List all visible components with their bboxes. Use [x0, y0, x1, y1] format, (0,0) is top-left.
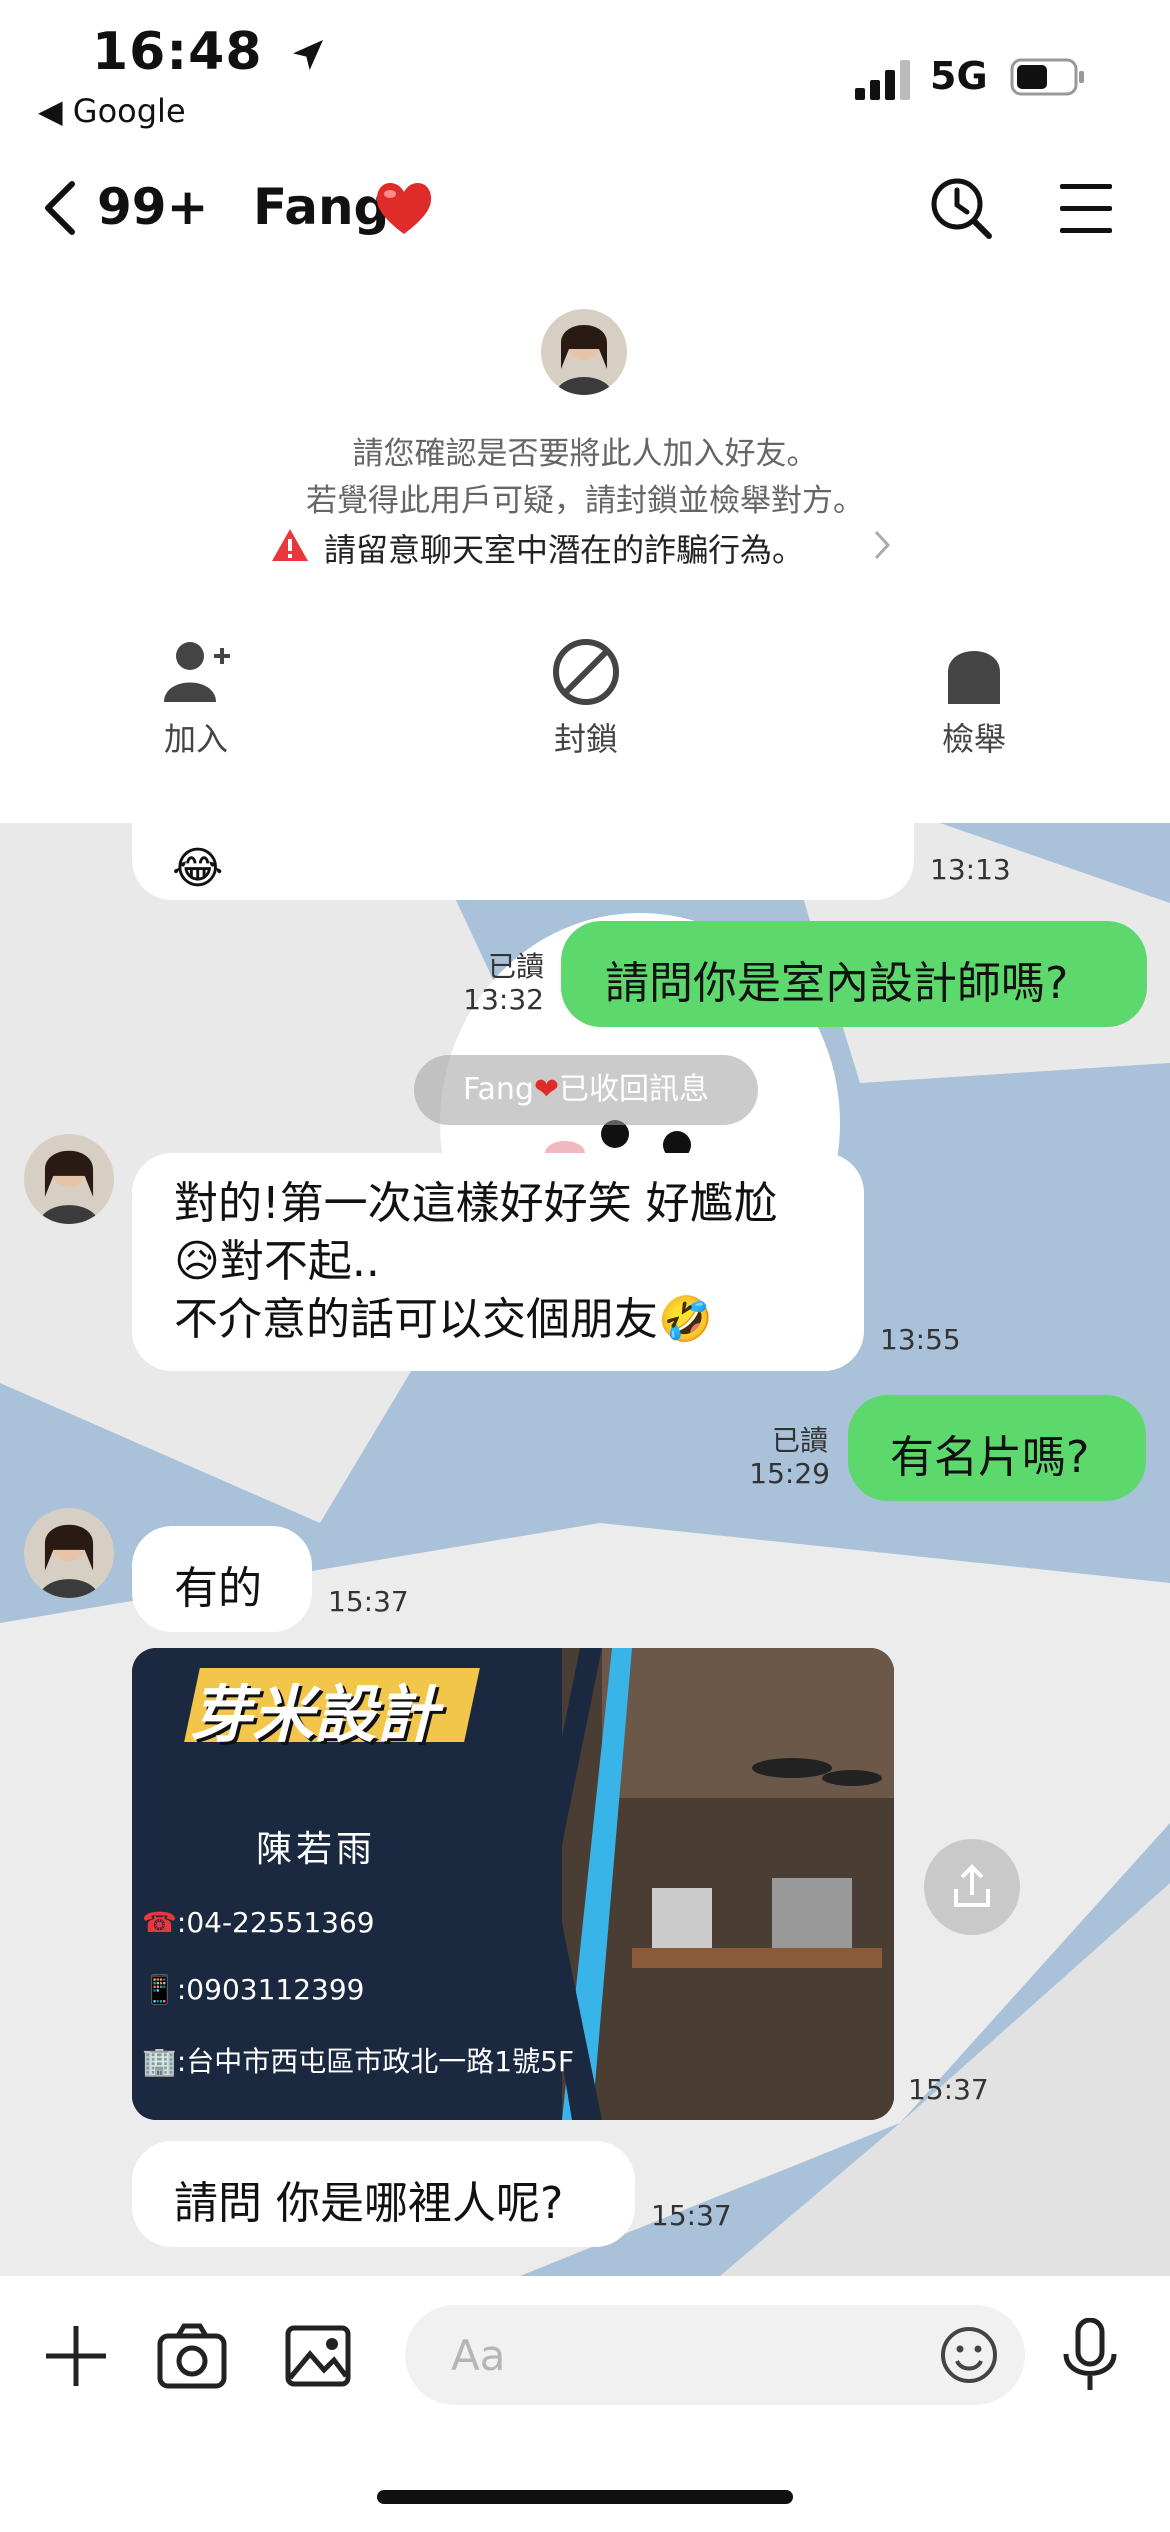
- recall-text: 已收回訊息: [559, 1072, 710, 1107]
- card-mobile: 📱:0903112399: [142, 1973, 365, 2006]
- rofl-emoji-icon: 🤣: [658, 1294, 713, 1345]
- mobile-icon: 📱: [142, 1973, 177, 2006]
- contact-avatar[interactable]: [541, 309, 627, 395]
- message-7-time: 15:37: [651, 2199, 732, 2232]
- scam-warning-link[interactable]: 請留意聊天室中潛在的詐騙行為。: [324, 525, 804, 571]
- network-type: 5G: [930, 54, 988, 98]
- heart-icon: [376, 183, 432, 234]
- sad-emoji-icon: 😥: [174, 1236, 220, 1287]
- card-phone: ☎:04-22551369: [142, 1906, 375, 1939]
- chat-area[interactable]: 😂 13:13 已讀 13:32 請問你是室內設計師嗎? Fang❤已收回訊息 …: [0, 823, 1170, 2276]
- message-2-text: 請問你是室內設計師嗎?: [605, 958, 1069, 1009]
- recall-name: Fang: [462, 1072, 534, 1107]
- message-bubble-2[interactable]: 請問你是室內設計師嗎?: [561, 921, 1147, 1027]
- card-address: 🏢:台中市西屯區市政北一路1號5F: [142, 2045, 575, 2078]
- contact-name: Fang: [253, 178, 390, 236]
- message-2-read: 已讀: [487, 950, 544, 983]
- back-to-app[interactable]: ◀ Google: [38, 92, 186, 130]
- message-bubble-4[interactable]: 有名片嗎?: [848, 1395, 1146, 1501]
- search-clock-icon[interactable]: [925, 172, 997, 244]
- sender-avatar[interactable]: [24, 1134, 114, 1224]
- message-input[interactable]: Aa: [405, 2305, 1025, 2405]
- business-card-image[interactable]: 芽米設計 陳若雨 ☎:04-22551369 📱:0903112399 🏢:台中…: [132, 1648, 894, 2120]
- message-1-time: 13:13: [930, 853, 1011, 886]
- add-friend-icon: [164, 642, 230, 702]
- message-bubble-3[interactable]: 對的!第一次這樣好好笑 好尷尬 😥對不起.. 不介意的話可以交個朋友🤣: [132, 1153, 864, 1371]
- message-4-time: 15:29: [749, 1457, 830, 1490]
- recall-heart-icon: ❤: [533, 1072, 560, 1107]
- message-2-time: 13:32: [463, 983, 544, 1016]
- block-label: 封鎖: [553, 720, 618, 758]
- chevron-right-icon[interactable]: [872, 526, 894, 564]
- message-input-placeholder: Aa: [451, 2331, 506, 2380]
- notice-line-2: 若覺得此用戶可疑，請封鎖並檢舉對方。: [306, 483, 864, 519]
- battery-icon: [1010, 58, 1084, 96]
- emoji-icon[interactable]: [939, 2325, 999, 2385]
- message-3-line-3: 不介意的話可以交個朋友: [174, 1294, 658, 1345]
- message-6-time: 15:37: [908, 2073, 989, 2106]
- unread-count[interactable]: 99+: [97, 178, 208, 236]
- warning-icon: [272, 529, 308, 561]
- message-3-time: 13:55: [880, 1323, 961, 1356]
- plus-icon[interactable]: [40, 2320, 112, 2392]
- report-button[interactable]: 檢舉: [884, 636, 1064, 760]
- add-friend-button[interactable]: 加入: [106, 636, 286, 760]
- sender-avatar[interactable]: [24, 1508, 114, 1598]
- message-7-text: 請問 你是哪裡人呢?: [174, 2178, 564, 2229]
- phone-icon: ☎: [142, 1906, 177, 1939]
- message-4-text: 有名片嗎?: [890, 1432, 1090, 1483]
- laughing-emoji-icon: 😂: [172, 843, 224, 894]
- location-arrow-icon: [292, 40, 323, 70]
- block-button[interactable]: 封鎖: [496, 636, 676, 760]
- report-label: 檢舉: [941, 720, 1006, 758]
- signal-icon: [855, 60, 910, 100]
- menu-icon[interactable]: [1056, 180, 1116, 236]
- back-chevron-icon[interactable]: [38, 178, 82, 238]
- mic-icon[interactable]: [1060, 2318, 1120, 2394]
- image-icon[interactable]: [282, 2320, 354, 2392]
- report-icon: [948, 651, 1000, 704]
- message-5-text: 有的: [174, 1563, 262, 1614]
- card-brand: 芽米設計: [190, 1678, 439, 1751]
- message-4-read: 已讀: [771, 1424, 828, 1457]
- message-3-line-1: 對的!第一次這樣好好笑 好尷尬: [174, 1178, 778, 1229]
- message-bubble-1[interactable]: 😂: [132, 823, 914, 900]
- home-indicator[interactable]: [377, 2490, 793, 2504]
- building-icon: 🏢: [142, 2045, 177, 2078]
- notice-line-1: 請您確認是否要將此人加入好友。: [352, 436, 818, 472]
- message-bubble-7[interactable]: 請問 你是哪裡人呢?: [132, 2141, 635, 2247]
- recall-notice: Fang❤已收回訊息: [414, 1055, 758, 1125]
- share-icon[interactable]: [924, 1839, 1020, 1935]
- status-time: 16:48: [92, 22, 328, 82]
- add-friend-label: 加入: [163, 720, 228, 758]
- card-person: 陳若雨: [256, 1829, 377, 1870]
- message-bubble-5[interactable]: 有的: [132, 1526, 312, 1632]
- camera-icon[interactable]: [156, 2320, 228, 2392]
- message-5-time: 15:37: [328, 1585, 409, 1618]
- message-3-line-2: 對不起..: [219, 1236, 380, 1287]
- block-icon: [553, 639, 619, 705]
